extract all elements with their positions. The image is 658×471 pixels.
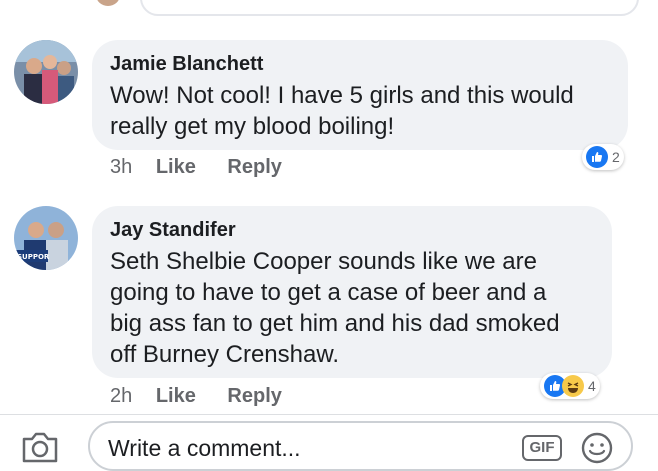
comment-text-line: really get my blood boiling! — [110, 113, 395, 140]
haha-icon — [562, 375, 584, 397]
comment-text-line: going to have to get a case of beer and … — [110, 279, 547, 306]
comment-timestamp[interactable]: 2h — [110, 385, 132, 407]
comment-author[interactable]: Jamie Blanchett — [110, 52, 610, 76]
like-icon — [586, 146, 608, 168]
avatar[interactable] — [14, 40, 78, 104]
comment-author[interactable]: Jay Standifer — [110, 218, 594, 242]
reaction-count: 4 — [588, 378, 596, 394]
avatar-badge-text: SUPPOR — [17, 253, 50, 261]
comment-input[interactable]: Write a comment... GIF — [88, 421, 633, 471]
comment-actions: 3h Like Reply — [110, 156, 308, 179]
reaction-summary[interactable]: 2 — [582, 144, 624, 170]
comment-text: Seth Shelbie Cooper sounds like we are g… — [110, 246, 594, 370]
emoji-icon[interactable] — [580, 431, 614, 465]
previous-comment-bubble — [140, 0, 639, 16]
reaction-count: 2 — [612, 149, 620, 165]
comment-bubble: Jamie Blanchett Wow! Not cool! I have 5 … — [92, 40, 628, 150]
camera-icon[interactable] — [20, 429, 60, 465]
avatar-photo-icon — [14, 40, 78, 104]
previous-comment-avatar[interactable] — [96, 0, 120, 6]
comment-text-line: Seth Shelbie Cooper sounds like we are — [110, 248, 537, 275]
like-button[interactable]: Like — [156, 385, 196, 407]
reaction-summary[interactable]: 4 — [540, 373, 600, 399]
like-button[interactable]: Like — [156, 156, 196, 178]
comment-bubble: Jay Standifer Seth Shelbie Cooper sounds… — [92, 206, 612, 378]
avatar[interactable]: SUPPOR — [14, 206, 78, 270]
gif-icon[interactable]: GIF — [522, 435, 562, 461]
comment-composer: Write a comment... GIF — [0, 415, 658, 471]
avatar-photo-icon: SUPPOR — [14, 206, 78, 270]
reply-button[interactable]: Reply — [227, 385, 281, 407]
comment-text-line: off Burney Crenshaw. — [110, 341, 340, 368]
comment-actions: 2h Like Reply — [110, 385, 308, 408]
reply-button[interactable]: Reply — [227, 156, 281, 178]
comment-text: Wow! Not cool! I have 5 girls and this w… — [110, 80, 610, 142]
comment-text-line: Wow! Not cool! I have 5 girls and this w… — [110, 82, 574, 109]
comment-input-placeholder: Write a comment... — [108, 435, 301, 461]
comment-timestamp[interactable]: 3h — [110, 156, 132, 178]
comment-text-line: big ass fan to get him and his dad smoke… — [110, 310, 560, 337]
